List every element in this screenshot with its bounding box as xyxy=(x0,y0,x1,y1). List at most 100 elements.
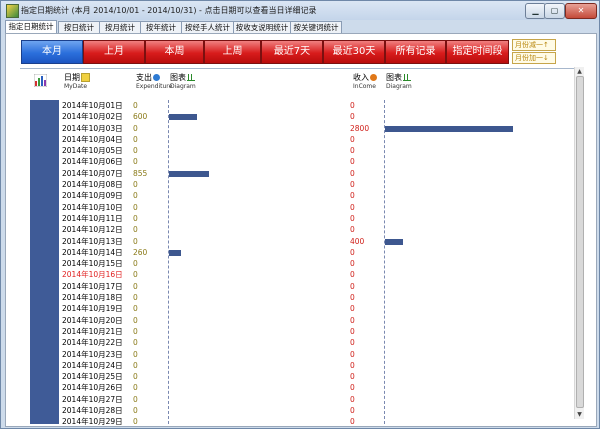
table-row[interactable]: 2014年10月27日 0 0 xyxy=(62,394,572,405)
nav-last-week[interactable]: 上周 xyxy=(204,40,261,64)
header-exp-diagram-sub: Diagram xyxy=(170,83,196,90)
header-date[interactable]: 日期 MyDate xyxy=(64,72,90,90)
row-date-link[interactable]: 2014年10月20日 xyxy=(62,315,123,326)
scroll-down-icon[interactable]: ▼ xyxy=(575,410,584,419)
tab-by-year[interactable]: 按年统计 xyxy=(140,21,182,33)
header-expenditure[interactable]: 支出 Expenditure xyxy=(136,72,172,90)
vertical-scrollbar[interactable]: ▲ ▼ xyxy=(574,67,584,419)
row-date-link[interactable]: 2014年10月28日 xyxy=(62,405,123,416)
row-date-link[interactable]: 2014年10月07日 xyxy=(62,168,123,179)
table-row[interactable]: 2014年10月29日 0 0 xyxy=(62,416,572,427)
table-row[interactable]: 2014年10月01日 0 0 xyxy=(62,100,572,111)
tab-by-keyword[interactable]: 按关键词统计 xyxy=(290,21,342,33)
row-date-link[interactable]: 2014年10月02日 xyxy=(62,111,123,122)
row-date-link[interactable]: 2014年10月05日 xyxy=(62,145,123,156)
table-row[interactable]: 2014年10月03日 0 2800 xyxy=(62,123,572,134)
stats-window: 指定日期统计 (本月 2014/10/01 - 2014/10/31) - 点击… xyxy=(0,0,600,429)
row-date-link[interactable]: 2014年10月29日 xyxy=(62,416,123,427)
month-prev-button[interactable]: 月份减一↑ xyxy=(512,39,556,51)
row-expenditure: 0 xyxy=(133,360,138,370)
table-row[interactable]: 2014年10月28日 0 0 xyxy=(62,405,572,416)
table-row[interactable]: 2014年10月14日 260 0 xyxy=(62,247,572,258)
table-row[interactable]: 2014年10月17日 0 0 xyxy=(62,281,572,292)
row-expenditure: 0 xyxy=(133,157,138,167)
row-date-link[interactable]: 2014年10月27日 xyxy=(62,394,123,405)
row-date-link[interactable]: 2014年10月13日 xyxy=(62,236,123,247)
table-row[interactable]: 2014年10月20日 0 0 xyxy=(62,315,572,326)
row-expenditure: 600 xyxy=(133,112,148,122)
table-row[interactable]: 2014年10月11日 0 0 xyxy=(62,213,572,224)
row-date-link[interactable]: 2014年10月21日 xyxy=(62,326,123,337)
scroll-up-icon[interactable]: ▲ xyxy=(575,67,584,76)
table-row[interactable]: 2014年10月18日 0 0 xyxy=(62,292,572,303)
table-row[interactable]: 2014年10月05日 0 0 xyxy=(62,145,572,156)
row-date-link[interactable]: 2014年10月06日 xyxy=(62,156,123,167)
table-row[interactable]: 2014年10月08日 0 0 xyxy=(62,179,572,190)
table-row[interactable]: 2014年10月25日 0 0 xyxy=(62,371,572,382)
table-row[interactable]: 2014年10月13日 0 400 xyxy=(62,236,572,247)
table-row[interactable]: 2014年10月09日 0 0 xyxy=(62,190,572,201)
table-row[interactable]: 2014年10月02日 600 0 xyxy=(62,111,572,122)
row-expenditure: 0 xyxy=(133,123,138,133)
records-list: 2014年10月01日 0 0 2014年10月02日 600 0 2014年10月03日 0… xyxy=(62,100,572,428)
table-row[interactable]: 2014年10月22日 0 0 xyxy=(62,337,572,348)
row-income: 0 xyxy=(350,225,355,235)
close-button[interactable]: ✕ xyxy=(565,3,597,19)
row-date-link[interactable]: 2014年10月09日 xyxy=(62,190,123,201)
row-date-link[interactable]: 2014年10月08日 xyxy=(62,179,123,190)
row-date-link[interactable]: 2014年10月01日 xyxy=(62,100,123,111)
row-date-link[interactable]: 2014年10月14日 xyxy=(62,247,123,258)
row-date-link[interactable]: 2014年10月16日 xyxy=(62,269,123,280)
tab-by-month[interactable]: 按月统计 xyxy=(99,21,141,33)
nav-this-week[interactable]: 本周 xyxy=(145,40,204,64)
nav-this-month[interactable]: 本月 xyxy=(21,40,83,64)
row-date-link[interactable]: 2014年10月23日 xyxy=(62,349,123,360)
month-next-button[interactable]: 月份加一↓ xyxy=(512,52,556,64)
row-date-link[interactable]: 2014年10月25日 xyxy=(62,371,123,382)
row-income: 0 xyxy=(350,191,355,201)
scroll-thumb[interactable] xyxy=(576,76,584,408)
row-expenditure: 855 xyxy=(133,168,148,178)
nav-last-month[interactable]: 上月 xyxy=(83,40,145,64)
maximize-button[interactable]: ▢ xyxy=(544,3,565,19)
minimize-button[interactable]: ▁ xyxy=(525,3,546,19)
row-date-link[interactable]: 2014年10月15日 xyxy=(62,258,123,269)
row-date-link[interactable]: 2014年10月10日 xyxy=(62,202,123,213)
row-date-link[interactable]: 2014年10月04日 xyxy=(62,134,123,145)
nav-last-30-days[interactable]: 最近30天 xyxy=(323,40,385,64)
table-row[interactable]: 2014年10月23日 0 0 xyxy=(62,349,572,360)
row-date-link[interactable]: 2014年10月03日 xyxy=(62,123,123,134)
header-exp-diagram: 图表 Diagram xyxy=(170,72,196,90)
row-date-link[interactable]: 2014年10月26日 xyxy=(62,382,123,393)
table-row[interactable]: 2014年10月19日 0 0 xyxy=(62,303,572,314)
nav-custom-range[interactable]: 指定时间段 xyxy=(446,40,509,64)
table-row[interactable]: 2014年10月06日 0 0 xyxy=(62,156,572,167)
row-date-link[interactable]: 2014年10月11日 xyxy=(62,213,123,224)
table-row[interactable]: 2014年10月12日 0 0 xyxy=(62,224,572,235)
row-date-link[interactable]: 2014年10月24日 xyxy=(62,360,123,371)
tab-by-day[interactable]: 按日统计 xyxy=(58,21,100,33)
tab-by-description[interactable]: 按收支说明统计 xyxy=(233,21,291,33)
table-row[interactable]: 2014年10月04日 0 0 xyxy=(62,134,572,145)
table-row[interactable]: 2014年10月24日 0 0 xyxy=(62,360,572,371)
table-row[interactable]: 2014年10月21日 0 0 xyxy=(62,326,572,337)
nav-last-7-days[interactable]: 最近7天 xyxy=(261,40,323,64)
row-date-link[interactable]: 2014年10月22日 xyxy=(62,337,123,348)
table-row[interactable]: 2014年10月15日 0 0 xyxy=(62,258,572,269)
nav-all-records[interactable]: 所有记录 xyxy=(385,40,446,64)
header-income[interactable]: 收入 InCome xyxy=(353,72,377,90)
row-date-link[interactable]: 2014年10月12日 xyxy=(62,224,123,235)
row-expenditure: 0 xyxy=(133,293,138,303)
row-date-link[interactable]: 2014年10月19日 xyxy=(62,303,123,314)
table-row[interactable]: 2014年10月10日 0 0 xyxy=(62,202,572,213)
tab-by-handler[interactable]: 按经手人统计 xyxy=(181,21,234,33)
row-date-link[interactable]: 2014年10月18日 xyxy=(62,292,123,303)
row-income: 0 xyxy=(350,281,355,291)
table-row[interactable]: 2014年10月07日 855 0 xyxy=(62,168,572,179)
header-exp-diagram-label: 图表 xyxy=(170,73,186,82)
row-income: 2800 xyxy=(350,123,370,133)
table-row[interactable]: 2014年10月16日 0 0 xyxy=(62,269,572,280)
tab-date-range[interactable]: 指定日期统计 xyxy=(5,20,57,33)
row-date-link[interactable]: 2014年10月17日 xyxy=(62,281,123,292)
table-row[interactable]: 2014年10月26日 0 0 xyxy=(62,382,572,393)
